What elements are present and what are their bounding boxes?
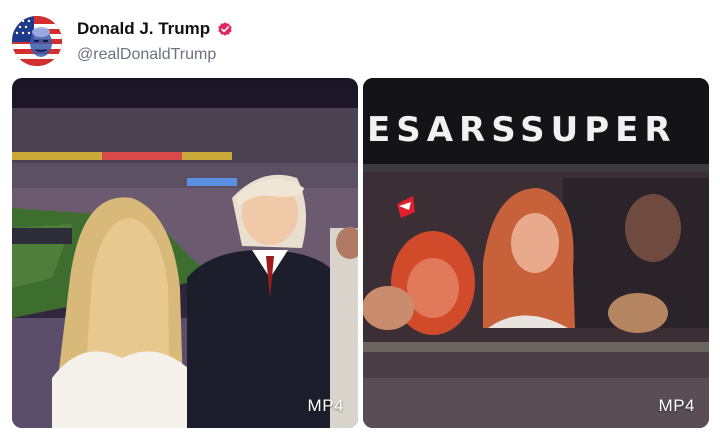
post-card: Donald J. Trump @realDonaldTrump MP4 ESA… — [0, 0, 720, 444]
author-name[interactable]: Donald J. Trump — [77, 19, 234, 39]
verified-badge-icon — [216, 20, 234, 38]
video-thumbnail-1[interactable]: MP4 — [12, 78, 358, 428]
stadium-video-thumbnail-icon — [12, 78, 358, 428]
author-avatar[interactable] — [12, 16, 62, 66]
mp4-label: MP4 — [307, 396, 344, 415]
flag-portrait-avatar-icon — [12, 16, 62, 66]
video-thumbnail-2[interactable]: ESARSSUPER MP4 — [363, 78, 709, 428]
mp4-label: MP4 — [658, 396, 695, 415]
author-handle[interactable]: @realDonaldTrump — [77, 46, 216, 64]
author-name-text[interactable]: Donald J. Trump — [77, 19, 210, 39]
scoreboard-text: ESARSSUPER — [367, 110, 677, 150]
